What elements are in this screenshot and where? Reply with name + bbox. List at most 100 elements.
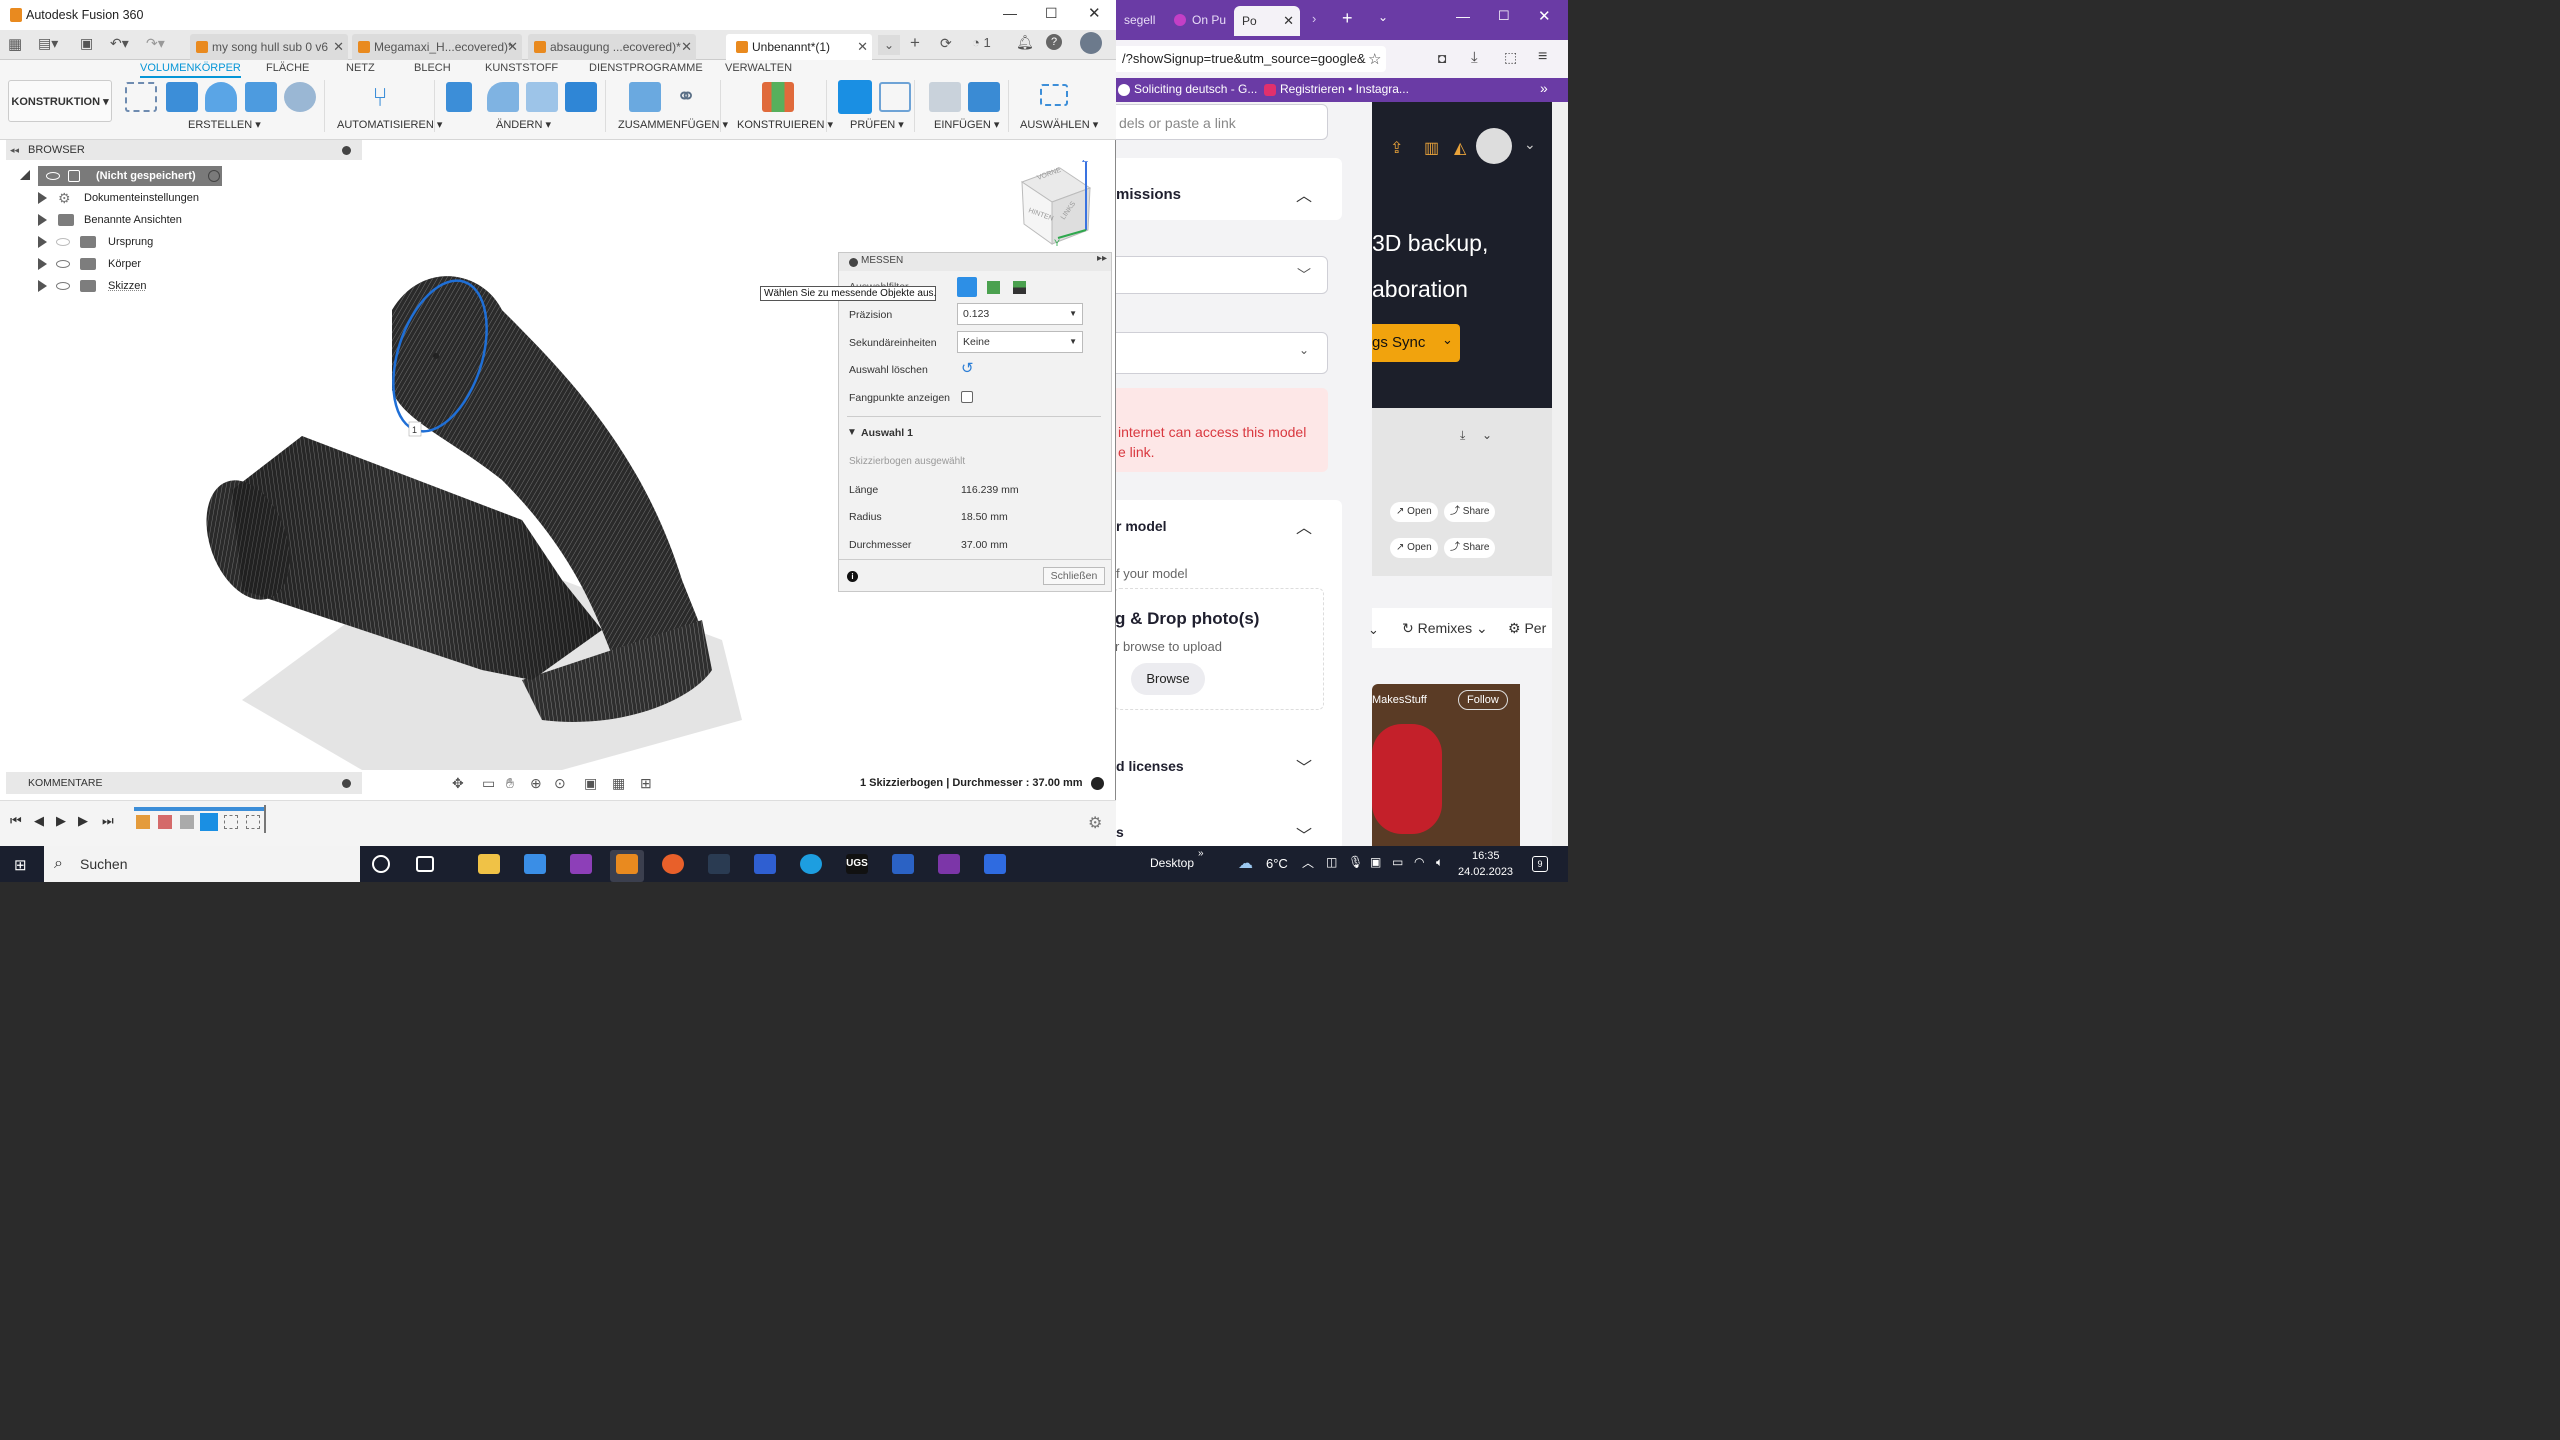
offset-plane-icon[interactable] [762, 82, 794, 112]
per-tab[interactable]: ⚙ Per [1508, 620, 1546, 637]
firefox-icon[interactable] [662, 854, 684, 874]
orbit-icon[interactable]: ✥ [452, 775, 464, 792]
volume-icon[interactable]: 🔈︎ [1436, 855, 1443, 870]
extrude-icon[interactable] [166, 82, 198, 112]
fit-icon[interactable]: ⊙ [554, 775, 566, 792]
tray-chevron-icon[interactable]: ︿ [1302, 854, 1314, 871]
revolve-icon[interactable] [205, 82, 237, 112]
meet-icon[interactable]: ◫ [1326, 855, 1337, 869]
workspace-selector[interactable]: KONSTRUKTION ▾ [8, 80, 112, 122]
close-window-icon[interactable]: ✕ [1538, 7, 1551, 25]
press-pull-icon[interactable] [446, 82, 472, 112]
fillet-icon[interactable] [487, 82, 519, 112]
collapse-icon[interactable] [849, 258, 858, 267]
clock-time[interactable]: 16:35 [1472, 850, 1500, 862]
view-cube[interactable]: VORNE LINKS HINTEN Z Y [1020, 160, 1092, 248]
clock-date[interactable]: 24.02.2023 [1458, 866, 1513, 878]
menu-icon[interactable]: ≡ [1538, 48, 1547, 66]
close-tab-icon[interactable]: ✕ [507, 34, 518, 60]
section-toggle-icon[interactable]: ▼ [847, 427, 857, 438]
share-button[interactable]: ⤴ Share [1444, 538, 1496, 558]
snap-points-checkbox[interactable] [961, 391, 973, 403]
expand-arrow-icon[interactable] [38, 258, 47, 270]
visibility-eye-icon[interactable] [56, 282, 70, 290]
visibility-eye-icon[interactable] [56, 260, 70, 268]
group-erstellen[interactable]: ERSTELLEN ▾ [188, 118, 261, 131]
redo-icon[interactable]: ↷▾ [146, 35, 165, 52]
remixes-tab[interactable]: ↻ Remixes ⌄ [1402, 620, 1488, 637]
expand-icon[interactable]: ▸▸ [1097, 253, 1107, 264]
measure-icon[interactable] [838, 80, 872, 114]
photo-dropzone[interactable]: g & Drop photo(s) r browse to upload Bro… [1114, 588, 1324, 710]
avatar[interactable] [1476, 128, 1512, 164]
group-einfuegen[interactable]: EINFÜGEN ▾ [934, 118, 999, 131]
chevron-down-icon[interactable]: ﹀ [1296, 822, 1312, 846]
data-panel-icon[interactable]: ⟳ [940, 35, 952, 52]
open-button[interactable]: ↗ Open [1390, 538, 1438, 558]
undo-icon[interactable]: ↶▾ [110, 35, 129, 52]
create-sketch-icon[interactable] [125, 82, 157, 112]
group-aendern[interactable]: ÄNDERN ▾ [496, 118, 551, 131]
tab-flaeche[interactable]: FLÄCHE [266, 62, 309, 74]
precision-select[interactable]: 0.123 ▼ [957, 303, 1083, 325]
pan-icon[interactable]: ✋︎ [506, 775, 514, 792]
browser-tab[interactable]: On Pu [1172, 6, 1230, 34]
close-tab-icon[interactable]: ✕ [333, 34, 344, 60]
task-view-icon[interactable] [416, 856, 434, 872]
extensions-icon[interactable]: ⬚ [1504, 49, 1517, 66]
insert-derive-icon[interactable] [929, 82, 961, 112]
tab-scroll-icon[interactable]: › [1312, 11, 1316, 26]
davinci-icon[interactable] [708, 854, 730, 874]
chevron-up-icon[interactable]: ︿ [1296, 514, 1312, 538]
tab-verwalten[interactable]: VERWALTEN [725, 62, 792, 74]
tree-item-ursprung[interactable]: Ursprung [36, 232, 236, 252]
new-component-icon[interactable] [629, 82, 661, 112]
link-input[interactable]: dels or paste a link [1108, 104, 1328, 140]
file-menu-icon[interactable]: ▤▾ [38, 35, 58, 52]
job-status-icon[interactable]: ◔ 1 [972, 35, 991, 50]
tab-dienstprogramme[interactable]: DIENSTPROGRAMME [589, 62, 703, 74]
wifi-icon[interactable]: ◠ [1414, 855, 1424, 869]
viewports-icon[interactable]: ⊞ [640, 775, 652, 792]
tree-root[interactable]: (Nicht gespeichert) [20, 166, 240, 186]
next-step-icon[interactable]: ▶ [78, 813, 88, 829]
comments-panel[interactable]: KOMMENTARE [6, 772, 362, 794]
group-konstruieren[interactable]: KONSTRUIEREN ▾ [737, 118, 833, 131]
tree-item-benannte-ansichten[interactable]: Benannte Ansichten [36, 210, 236, 230]
doc-tab[interactable]: my song hull sub 0 v6 ✕ [190, 34, 348, 60]
cortana-icon[interactable] [372, 855, 390, 873]
tab-kunststoff[interactable]: KUNSTSTOFF [485, 62, 558, 74]
tree-item-koerper[interactable]: Körper [36, 254, 236, 274]
first-step-icon[interactable]: ⏮ [10, 813, 22, 829]
expand-arrow-icon[interactable] [38, 214, 47, 226]
minimize-icon[interactable]: — [1456, 8, 1470, 24]
display-icon[interactable]: ▣ [1370, 855, 1381, 869]
browser-tab-active[interactable]: Po ✕ [1234, 6, 1300, 36]
automate-icon[interactable]: ⑂ [364, 82, 396, 112]
download-icon[interactable]: ⤓ [1460, 428, 1465, 443]
group-auswaehlen[interactable]: AUSWÄHLEN ▾ [1020, 118, 1098, 131]
maximize-icon[interactable]: ☐ [1498, 8, 1510, 24]
timeline-sketch-icon[interactable] [246, 815, 260, 829]
group-automatisieren[interactable]: AUTOMATISIEREN ▾ [337, 118, 442, 131]
windows-start-icon[interactable]: ⊞ [14, 856, 27, 874]
license-select[interactable]: ⌄ [1108, 332, 1328, 374]
edge-icon[interactable] [800, 854, 822, 874]
doc-tab[interactable]: Megamaxi_H...ecovered)* ✕ [352, 34, 522, 60]
timeline-feature-icon[interactable] [200, 813, 218, 831]
upload-icon[interactable]: ⇪ [1390, 138, 1403, 158]
last-step-icon[interactable]: ⏭ [102, 813, 114, 829]
close-tab-icon[interactable]: ✕ [1283, 6, 1294, 36]
more-bookmarks-icon[interactable]: » [1540, 80, 1548, 96]
toolbar-expand-icon[interactable]: » [1198, 848, 1204, 859]
interference-icon[interactable] [879, 82, 911, 112]
user-avatar[interactable] [1080, 32, 1102, 54]
stats-icon[interactable]: ▥ [1424, 138, 1439, 158]
tab-netz[interactable]: NETZ [346, 62, 375, 74]
chevron-down-icon[interactable]: ⌄ [1524, 136, 1536, 153]
creator-card[interactable]: MakesStuff Follow [1372, 684, 1520, 846]
combine-icon[interactable] [565, 82, 597, 112]
timeline-sketch-icon[interactable] [224, 815, 238, 829]
mail-icon[interactable] [524, 854, 546, 874]
ugs-icon[interactable]: UGS [846, 854, 868, 874]
